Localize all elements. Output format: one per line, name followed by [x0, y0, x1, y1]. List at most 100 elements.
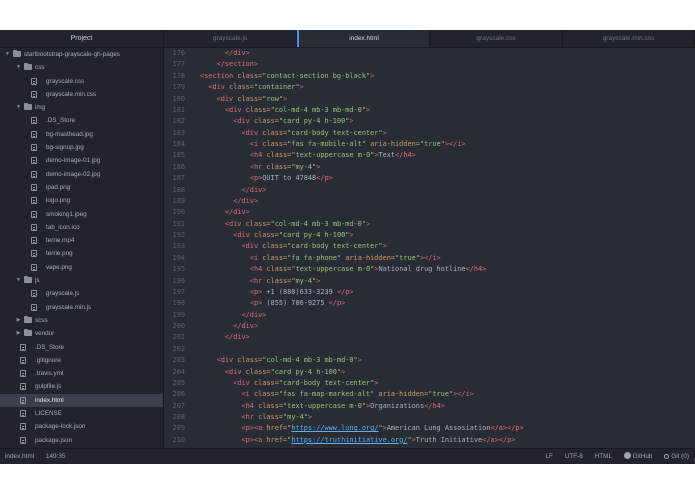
status-grammar[interactable]: HTML — [595, 453, 612, 460]
tree-file[interactable]: grayscale.min.js — [0, 301, 163, 314]
code-line[interactable]: 194 <i class="fa fa-phone" aria-hidden="… — [164, 253, 695, 264]
status-encoding[interactable]: UTF-8 — [565, 453, 583, 460]
tree-file[interactable]: .DS_Store — [0, 341, 163, 354]
tree-file[interactable]: tab_icon.ico — [0, 221, 163, 234]
status-line-ending[interactable]: LF — [545, 453, 552, 460]
tree-file[interactable]: logo.png — [0, 194, 163, 207]
tree-file[interactable]: package-lock.json — [0, 420, 163, 433]
tree-file[interactable]: smoking1.jpeg — [0, 208, 163, 221]
code-line[interactable]: 196 <hr class="my-4"> — [164, 276, 695, 287]
code-line[interactable]: 192 <div class="card py-4 h-100"> — [164, 230, 695, 241]
chevron-down-icon[interactable]: ▼ — [15, 61, 22, 74]
code-line[interactable]: 199 </div> — [164, 310, 695, 321]
status-file-name[interactable]: index.html — [5, 453, 34, 460]
code-line[interactable]: 182 <div class="card py-4 h-100"> — [164, 116, 695, 127]
tree-folder[interactable]: ▼ js — [0, 274, 163, 287]
code-line[interactable]: 183 <div class="card-body text-center"> — [164, 128, 695, 139]
tab-grayscale-css[interactable]: grayscale.css — [430, 30, 563, 47]
tab-grayscale-js[interactable]: grayscale.js — [164, 30, 297, 47]
status-github[interactable]: GitHub — [623, 452, 652, 460]
tree-item-label: grayscale.js — [46, 290, 80, 298]
code-line[interactable]: 191 <div class="col-md-4 mb-3 mb-md-0"> — [164, 219, 695, 230]
tree-file[interactable]: gulpfile.js — [0, 380, 163, 393]
code-line[interactable]: 177 </section> — [164, 59, 695, 70]
tree-file[interactable]: index.html — [0, 393, 163, 408]
folder-icon — [13, 50, 21, 57]
code-line[interactable]: 205 <div class="card-body text-center"> — [164, 378, 695, 389]
tree-file[interactable]: grayscale.min.css — [0, 88, 163, 101]
line-number: 200 — [172, 322, 185, 330]
tree-file[interactable]: LICENSE — [0, 407, 163, 420]
code-line[interactable]: 209 <p><a href="https://www.lung.org/">A… — [164, 423, 695, 434]
code-line[interactable]: 193 <div class="card-body text-center"> — [164, 241, 695, 252]
code-line[interactable]: 208 <hr class="my-4"> — [164, 412, 695, 423]
code-line[interactable]: 206 <i class="fas fa-map-marked-alt" ari… — [164, 389, 695, 400]
chevron-right-icon[interactable]: ▶ — [15, 314, 22, 327]
file-icon — [31, 90, 37, 98]
tree-file[interactable]: grayscale.js — [0, 287, 163, 300]
code-line[interactable]: 180 <div class="row"> — [164, 94, 695, 105]
chevron-down-icon[interactable]: ▼ — [15, 274, 22, 287]
code-line[interactable]: 207 <h4 class="text-uppercase m-0">Organ… — [164, 401, 695, 412]
code-token: class= — [262, 253, 288, 262]
tree-file[interactable]: ipad.png — [0, 181, 163, 194]
tree-file[interactable]: .gitignore — [0, 354, 163, 367]
tree-item-label: demo-image-01.jpg — [46, 157, 101, 165]
tree-folder[interactable]: ▶ vendor — [0, 327, 163, 340]
code-line[interactable]: 200 </div> — [164, 321, 695, 332]
tree-file[interactable]: .DS_Store — [0, 114, 163, 127]
tree-file[interactable]: .travis.yml — [0, 367, 163, 380]
code-line[interactable]: 210 <p><a href="https://truthinitiative.… — [164, 435, 695, 446]
code-line[interactable]: 203 <div class="col-md-4 mb-3 mb-md-0"> — [164, 355, 695, 366]
status-cursor-position[interactable]: 149:35 — [46, 453, 66, 460]
code-line[interactable]: 197 <p> +1 (888)633-3239 </p> — [164, 287, 695, 298]
folder-icon — [24, 276, 32, 284]
tree-file[interactable]: grayscale.css — [0, 75, 163, 88]
file-icon — [31, 117, 37, 125]
code-line[interactable]: 179 <div class="container"> — [164, 82, 695, 93]
code-line[interactable]: 188 </div> — [164, 185, 695, 196]
tree-folder[interactable]: ▼ startbootstrap-grayscale-gh-pages — [0, 48, 163, 61]
tab-index-html[interactable]: index.html — [297, 30, 430, 47]
tab-grayscale-min-css[interactable]: grayscale.min.css — [563, 30, 695, 47]
code-text: <p><a href="https://www.lung.org/">Ameri… — [200, 423, 524, 434]
status-git[interactable]: Git (0) — [664, 453, 689, 460]
chevron-down-icon[interactable]: ▼ — [4, 48, 11, 61]
code-line[interactable]: 189 </div> — [164, 196, 695, 207]
tree-folder[interactable]: ▶ scss — [0, 314, 163, 327]
code-line[interactable]: 178 <section class="contact-section bg-bl… — [164, 71, 695, 82]
code-line[interactable]: 202 — [164, 344, 695, 355]
code-line[interactable]: 184 <i class="fas fa-mobile-alt" aria-hi… — [164, 139, 695, 150]
tree-folder[interactable]: ▼ css — [0, 61, 163, 74]
code-editor[interactable]: 176 </div> 177 </section> 178 <section clas… — [164, 48, 695, 448]
tree-folder[interactable]: ▼ img — [0, 101, 163, 114]
tree-file[interactable]: bg-signup.jpg — [0, 141, 163, 154]
code-line[interactable]: 176 </div> — [164, 48, 695, 59]
tree-file[interactable]: demo-image-01.jpg — [0, 154, 163, 167]
code-line[interactable]: 185 <h4 class="text-uppercase m-0">Text<… — [164, 150, 695, 161]
code-line[interactable]: 195 <h4 class="text-uppercase m-0">Natio… — [164, 264, 695, 275]
code-line[interactable]: 186 <hr class="my-4"> — [164, 162, 695, 173]
tree-file[interactable]: demo-image-02.jpg — [0, 168, 163, 181]
tree-file[interactable]: terrie.mp4 — [0, 234, 163, 247]
code-text: <p>QUIT to 47848</p> — [200, 173, 333, 184]
code-line[interactable]: 201 </div> — [164, 332, 695, 343]
code-line[interactable]: 198 <p> (855) 706-9275 </p> — [164, 298, 695, 309]
code-line[interactable]: 190 </div> — [164, 207, 695, 218]
code-line[interactable]: 204 <div class="card py-4 h-100"> — [164, 367, 695, 378]
code-line[interactable]: 187 <p>QUIT to 47848</p> — [164, 173, 695, 184]
code-text: <section class="contact-section bg-black… — [200, 71, 374, 82]
tree-file[interactable]: package.json — [0, 434, 163, 447]
line-number: 206 — [172, 390, 185, 399]
code-token[interactable]: https://www.lung.org/ — [291, 424, 378, 432]
chevron-right-icon[interactable]: ▶ — [15, 327, 22, 340]
code-token[interactable]: https://truthinitiative.org/ — [291, 436, 407, 444]
chevron-down-icon[interactable]: ▼ — [15, 101, 22, 114]
tree-file[interactable]: terrie.png — [0, 247, 163, 260]
tree-file[interactable]: bg-masthead.jpg — [0, 128, 163, 141]
code-token: "contact-section bg-black" — [262, 71, 371, 80]
code-line[interactable]: 181 <div class="col-md-4 mb-3 mb-md-0"> — [164, 105, 695, 116]
tree-file[interactable]: vape.png — [0, 261, 163, 274]
